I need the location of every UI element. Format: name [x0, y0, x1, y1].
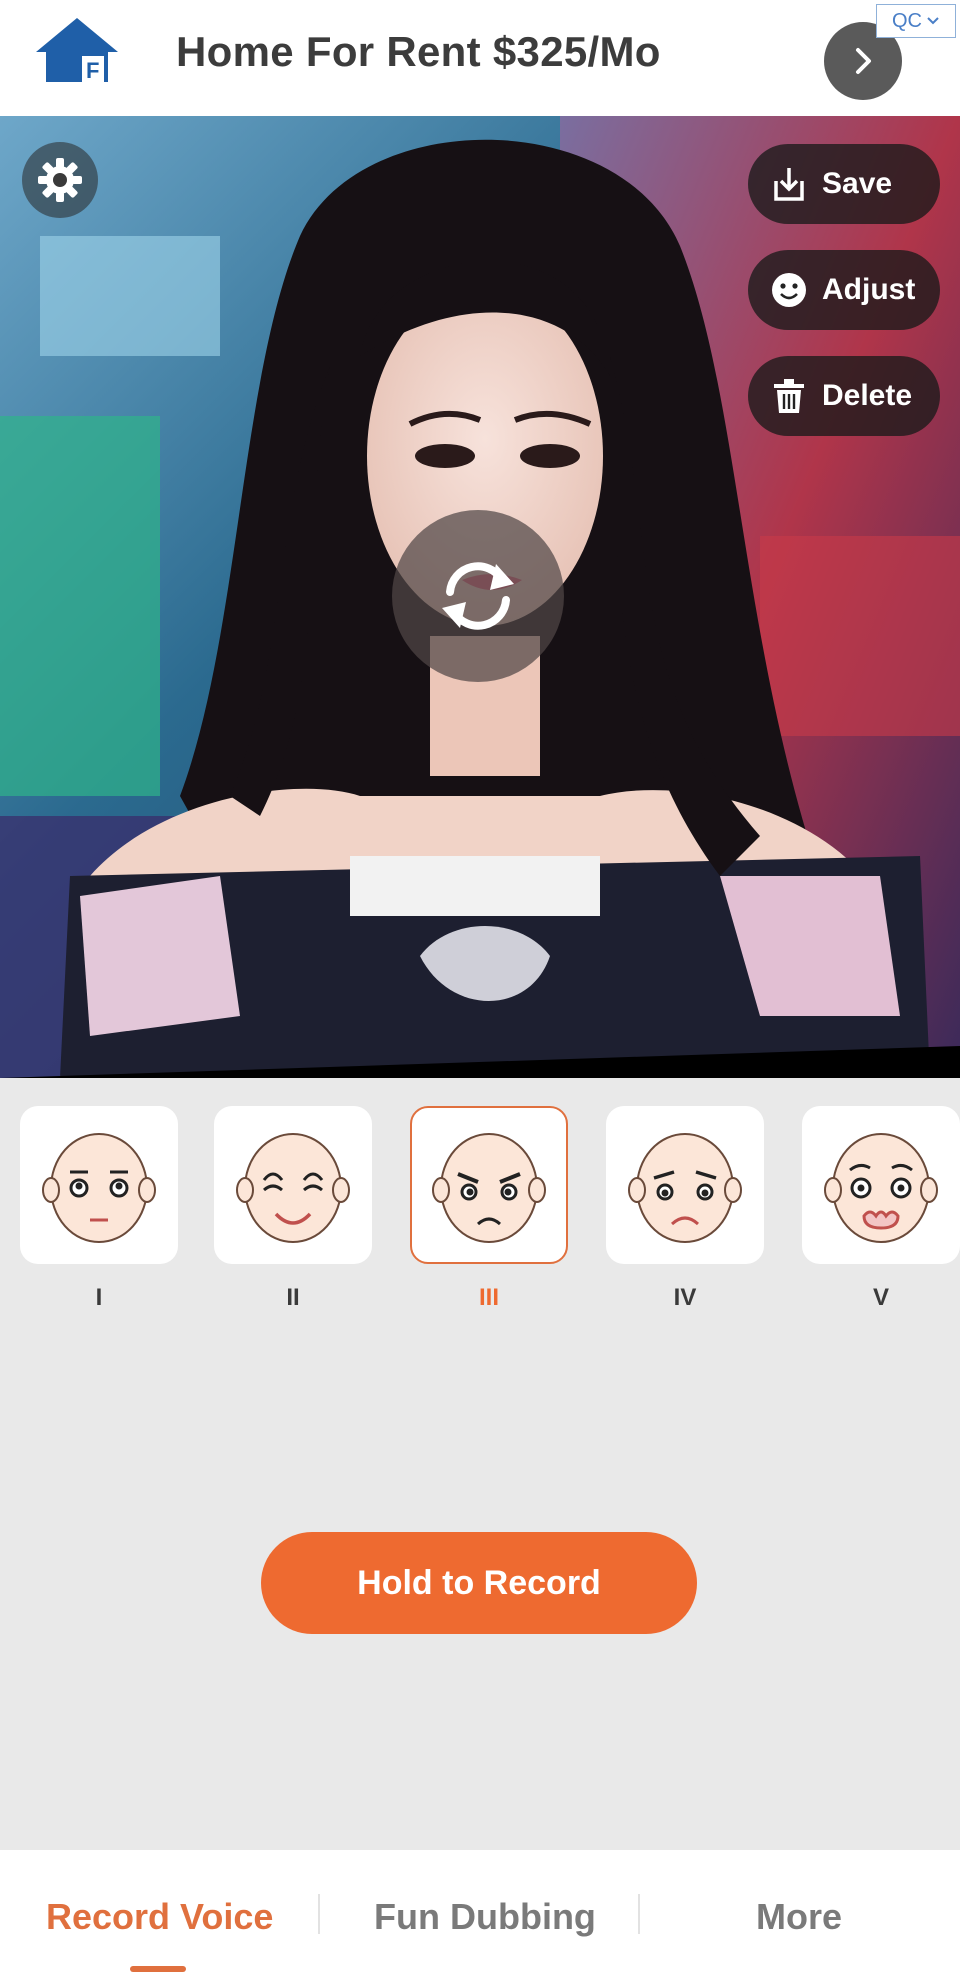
shocked-face-icon [824, 1133, 938, 1243]
tab-divider [638, 1894, 640, 1934]
download-icon [768, 163, 810, 205]
trash-icon [768, 375, 810, 417]
svg-text:F: F [86, 58, 99, 83]
save-button[interactable]: Save [748, 144, 940, 224]
smiley-icon [768, 269, 810, 311]
settings-button[interactable] [22, 142, 98, 218]
delete-button[interactable]: Delete [748, 356, 940, 436]
photo-canvas[interactable]: Save Adjust Delete [0, 116, 960, 1078]
expression-label-4: IV [673, 1284, 697, 1311]
bottom-tab-bar: Record Voice Fun Dubbing More [0, 1850, 960, 1978]
chevron-down-icon [927, 17, 939, 25]
refresh-icon [442, 562, 514, 630]
tab-record-voice[interactable]: Record Voice [46, 1896, 273, 1938]
chevron-right-icon [856, 48, 871, 74]
house-logo-icon: F [36, 18, 118, 83]
ad-badge-label: QC [892, 9, 922, 32]
ad-choices-badge[interactable]: QC [876, 4, 956, 38]
expression-card-5[interactable] [802, 1106, 960, 1264]
expression-label-1: I [95, 1284, 103, 1311]
expression-card-4[interactable] [606, 1106, 764, 1264]
expression-strip: I II III IV V [0, 1078, 960, 1318]
delete-label: Delete [822, 379, 913, 412]
expression-card-3[interactable] [410, 1106, 568, 1264]
rotate-button[interactable] [392, 510, 564, 682]
angry-face-icon [432, 1133, 546, 1243]
neutral-face-icon [42, 1133, 156, 1243]
expression-card-1[interactable] [20, 1106, 178, 1264]
expression-card-2[interactable] [214, 1106, 372, 1264]
ad-title[interactable]: Home For Rent $325/Mo [176, 28, 661, 76]
tab-more[interactable]: More [756, 1896, 842, 1938]
expression-label-2: II [286, 1284, 300, 1311]
active-tab-indicator [130, 1966, 186, 1972]
happy-face-icon [236, 1133, 350, 1243]
tab-fun-dubbing[interactable]: Fun Dubbing [374, 1896, 596, 1938]
expression-label-5: V [872, 1284, 889, 1311]
save-label: Save [822, 167, 893, 200]
ad-banner[interactable]: F Home For Rent $325/Mo QC [0, 0, 960, 116]
gear-icon [38, 158, 82, 202]
tab-divider [318, 1894, 320, 1934]
expression-label-3: III [478, 1284, 499, 1311]
adjust-label: Adjust [822, 273, 916, 306]
adjust-button[interactable]: Adjust [748, 250, 940, 330]
hold-to-record-button[interactable]: Hold to Record [261, 1532, 697, 1634]
sad-face-icon [628, 1133, 742, 1243]
